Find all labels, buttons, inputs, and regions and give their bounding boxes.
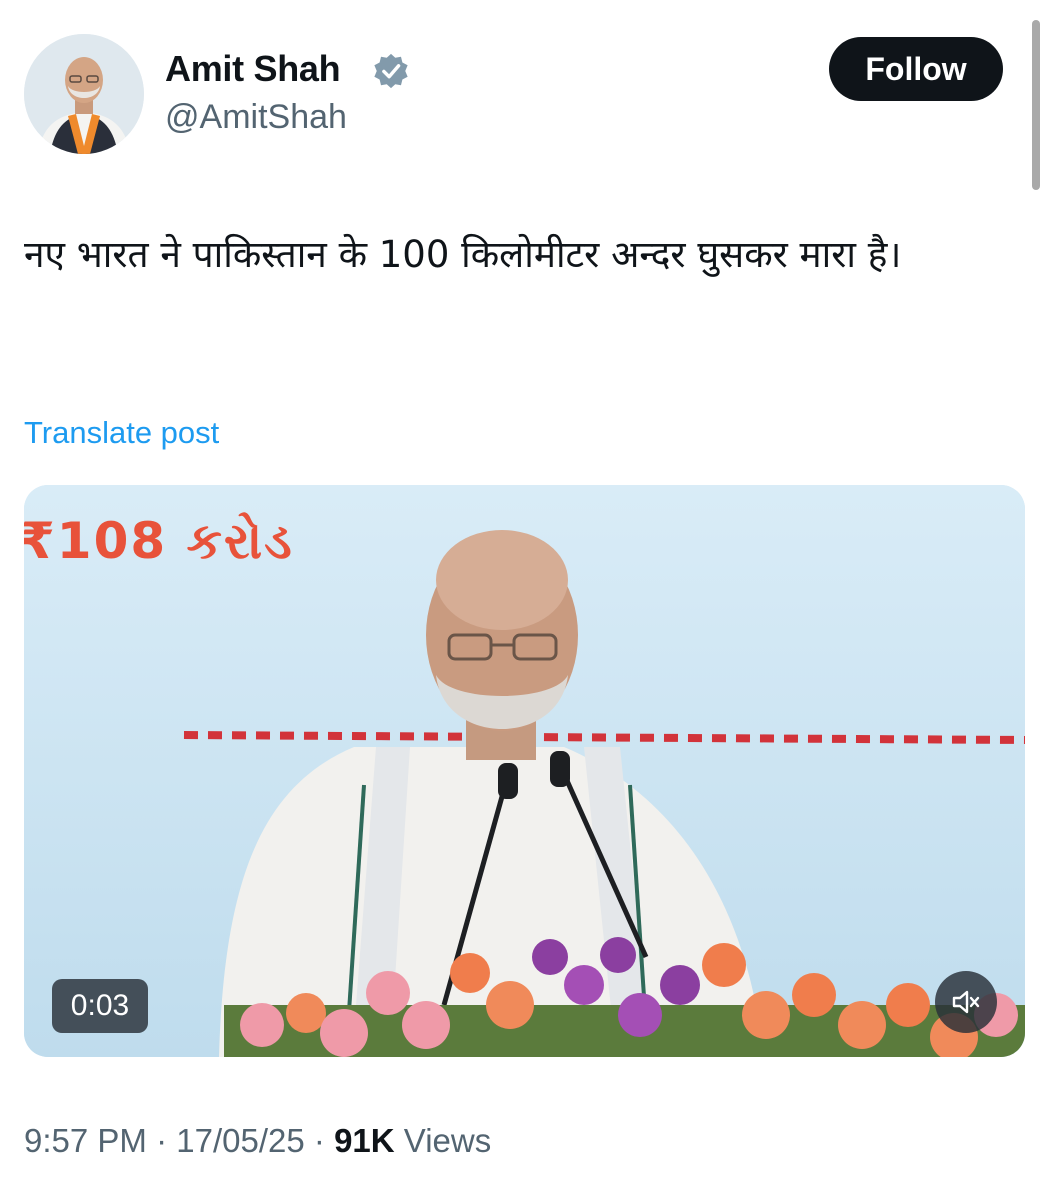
video-duration-badge: 0:03 [52, 979, 148, 1033]
speaker-muted-icon [952, 990, 980, 1014]
post-meta: 9:57 PM · 17/05/25 · 91K Views [24, 1122, 491, 1160]
video-player[interactable]: ₹108 કરોડ 0:03 [24, 485, 1025, 1057]
author-name[interactable]: Amit Shah [165, 48, 341, 90]
views-label[interactable]: Views [404, 1122, 491, 1159]
post-time[interactable]: 9:57 PM [24, 1122, 147, 1159]
follow-button[interactable]: Follow [829, 37, 1003, 101]
views-count[interactable]: 91K [334, 1122, 395, 1159]
author-handle[interactable]: @AmitShah [165, 98, 347, 137]
mute-button[interactable] [935, 971, 997, 1033]
post-date[interactable]: 17/05/25 [176, 1122, 304, 1159]
post-text: नए भारत ने पाकिस्तान के 100 किलोमीटर अन्… [24, 233, 902, 276]
avatar[interactable] [24, 34, 144, 154]
translate-post-link[interactable]: Translate post [24, 415, 219, 451]
meta-separator: · [156, 1122, 168, 1159]
meta-separator: · [313, 1122, 325, 1159]
scrollbar[interactable] [1032, 20, 1040, 190]
verified-badge-icon [374, 53, 408, 89]
post: Amit Shah @AmitShah Follow नए भारत ने पा… [0, 0, 1050, 1200]
banner-text: ₹108 કરોડ [24, 512, 294, 570]
